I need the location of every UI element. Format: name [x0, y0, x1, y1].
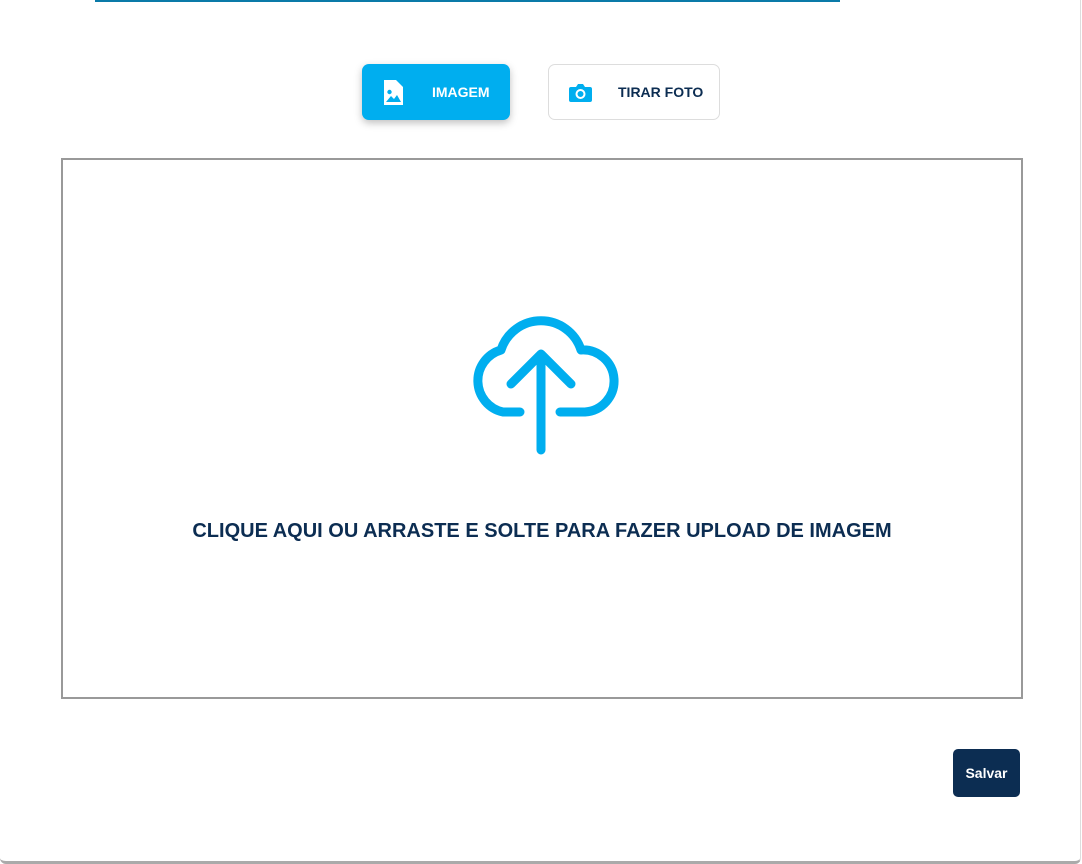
tab-tirar-foto[interactable]: TIRAR FOTO: [548, 64, 720, 120]
cloud-upload-icon: [473, 316, 619, 455]
tab-imagem[interactable]: IMAGEM: [362, 64, 510, 120]
progress-line: [95, 0, 840, 2]
tab-tirar-foto-label: TIRAR FOTO: [618, 84, 704, 100]
upload-dropzone[interactable]: CLIQUE AQUI OU ARRASTE E SOLTE PARA FAZE…: [61, 158, 1023, 699]
dropzone-instructions: CLIQUE AQUI OU ARRASTE E SOLTE PARA FAZE…: [192, 520, 892, 542]
tab-imagem-label: IMAGEM: [432, 84, 490, 100]
camera-icon: [569, 84, 592, 102]
image-file-icon: [384, 80, 403, 105]
save-button[interactable]: Salvar: [953, 749, 1020, 797]
